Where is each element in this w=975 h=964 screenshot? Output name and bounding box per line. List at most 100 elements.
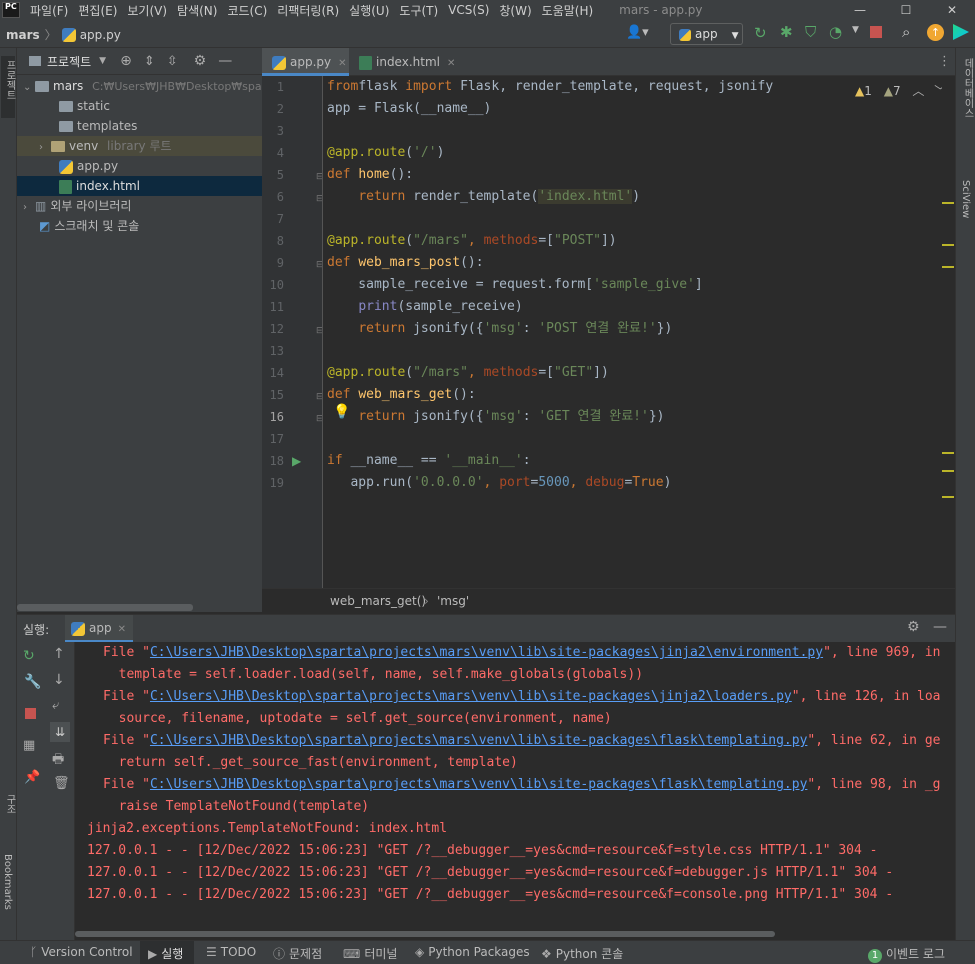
code-line[interactable]: @app.route("/mars", methods=["POST"]) [327,230,617,252]
tab-index-html[interactable]: index.html ✕ [349,48,461,76]
menu-tools[interactable]: 도구(T) [399,2,438,19]
chevron-right-icon[interactable]: › [23,198,35,218]
menu-edit[interactable]: 편집(E) [78,2,117,19]
user-icon[interactable]: 👤▾ [626,25,649,40]
breadcrumb-file[interactable]: app.py [80,28,121,42]
tree-item-templates[interactable]: templates [17,116,262,136]
close-tab-icon[interactable]: ✕ [338,58,346,69]
console-horizontal-scrollbar[interactable] [75,931,775,937]
run-gutter-icon[interactable]: ▶ [292,454,301,468]
scroll-to-end-icon[interactable]: ⇊ [50,722,70,742]
tree-item-external-libraries[interactable]: › ▥ 외부 라이브러리 [17,196,262,216]
menu-help[interactable]: 도움말(H) [542,2,594,19]
tree-item-static[interactable]: static [17,96,262,116]
arrow-up-icon[interactable]: ↑ [53,646,65,662]
python-console-button[interactable]: ❖ Python 콘솔 [541,945,623,962]
run-tool-button[interactable]: ▶ 실행 [140,941,194,964]
project-horizontal-scrollbar[interactable] [17,604,193,611]
chevron-down-icon[interactable]: ▼ [99,56,106,66]
code-line[interactable]: sample_receive = request.form['sample_gi… [327,274,702,296]
wrench-icon[interactable]: 🔧 [24,674,41,690]
terminal-button[interactable]: ⌨ 터미널 [343,945,397,962]
update-icon[interactable]: ↑ [927,24,944,41]
menu-vcs[interactable]: VCS(S) [448,3,489,17]
code-line[interactable]: @app.route('/') [327,142,444,164]
python-packages-button[interactable]: ◈ Python Packages [415,945,530,959]
code-editor[interactable]: fromflask import Flask, render_template,… [322,76,942,588]
pin-icon[interactable]: 📌 [24,770,40,785]
code-line[interactable]: fromflask import Flask, render_template,… [327,76,773,98]
menu-window[interactable]: 창(W) [499,2,531,19]
event-log-button[interactable]: 1 이벤트 로그 [868,945,945,963]
menu-view[interactable]: 보기(V) [127,2,167,19]
maximize-icon[interactable]: ☐ [883,0,929,20]
file-link[interactable]: C:\Users\JHB\Desktop\sparta\projects\mar… [150,777,807,792]
breadcrumb-project[interactable]: mars [6,28,40,42]
rerun-icon[interactable]: ↻ [754,24,767,42]
gear-icon[interactable]: ⚙ [907,619,920,635]
run-tab-app[interactable]: app ✕ [65,615,133,643]
project-tool-button[interactable]: 프로젝트 [1,56,15,118]
menu-refactor[interactable]: 리팩터링(R) [277,2,339,19]
rerun-icon[interactable]: ↻ [23,648,35,664]
trash-icon[interactable]: 🗑 [53,776,70,791]
soft-wrap-icon[interactable]: ⤶ [52,698,59,713]
code-line[interactable]: def web_mars_post(): [327,252,484,274]
tab-app-py[interactable]: app.py ✕ [262,48,349,76]
layout-icon[interactable]: ▦ [23,738,35,753]
menu-file[interactable]: 파일(F) [30,2,68,19]
search-icon[interactable]: ⌕ [902,23,910,41]
code-line[interactable]: app = Flask(__name__) [327,98,491,120]
jetbrains-toolbox-icon[interactable] [953,24,969,40]
chevron-down-icon[interactable]: ⌄ [23,78,35,98]
debug-icon[interactable]: ✱ [780,23,793,41]
close-tab-icon[interactable]: ✕ [447,58,455,69]
stop-icon[interactable] [870,26,882,38]
editor-error-stripe[interactable] [942,76,955,588]
code-line[interactable]: def web_mars_get(): [327,384,476,406]
code-line[interactable]: return jsonify({'msg': 'GET 연결 완료!'}) [327,406,664,428]
run-console-output[interactable]: File "C:\Users\JHB\Desktop\sparta\projec… [75,642,955,940]
menu-navigate[interactable]: 탐색(N) [177,2,217,19]
code-line[interactable]: return render_template('index.html') [327,186,640,208]
expand-all-icon[interactable]: ⇕ [144,54,155,69]
bookmarks-tool-label[interactable]: Bookmarks [2,854,13,910]
tree-item-scratches[interactable]: ◩ 스크래치 및 콘솔 [17,216,262,236]
breadcrumb-function[interactable]: web_mars_get() [330,594,426,608]
menu-code[interactable]: 코드(C) [227,2,267,19]
print-icon[interactable]: 🖶 [52,750,64,772]
inspection-widget[interactable]: ▲1 ▲7 ︿ ﹀ [855,82,946,99]
locate-file-icon[interactable]: ⊕ [120,53,132,69]
version-control-button[interactable]: ᚴ Version Control [30,945,133,959]
structure-tool-label[interactable]: 구조 [2,794,17,814]
hide-panel-icon[interactable]: — [933,619,947,635]
code-line[interactable]: app.run('0.0.0.0', port=5000, debug=True… [327,472,671,494]
minimize-icon[interactable]: — [837,0,883,20]
tree-item-app-py[interactable]: app.py [17,156,262,176]
run-configuration-select[interactable]: app ▼ [670,23,743,45]
tree-item-mars[interactable]: ⌄ mars C:₩Users₩JHB₩Desktop₩sparta [17,76,277,98]
hide-panel-icon[interactable]: — [218,53,232,69]
file-link[interactable]: C:\Users\JHB\Desktop\sparta\projects\mar… [150,733,807,748]
gear-icon[interactable]: ⚙ [194,53,207,69]
code-line[interactable]: def home(): [327,164,413,186]
more-tabs-icon[interactable]: ⋮ [938,54,951,69]
file-link[interactable]: C:\Users\JHB\Desktop\sparta\projects\mar… [150,689,792,704]
more-run-actions-icon[interactable]: ▼ [852,25,859,35]
code-line[interactable]: print(sample_receive) [327,296,522,318]
close-tab-icon[interactable]: ✕ [118,624,126,635]
breadcrumb-key[interactable]: 'msg' [437,594,469,608]
code-line[interactable]: return jsonify({'msg': 'POST 연결 완료!'}) [327,318,672,340]
file-link[interactable]: C:\Users\JHB\Desktop\sparta\projects\mar… [150,645,823,660]
todo-button[interactable]: ☰ TODO [206,945,256,959]
run-with-coverage-icon[interactable]: ⛉ [805,23,816,41]
problems-button[interactable]: ⓘ 문제점 [273,945,322,962]
profile-icon[interactable]: ◔ [829,23,842,41]
menu-run[interactable]: 실행(U) [349,2,389,19]
code-line[interactable]: @app.route("/mars", methods=["GET"]) [327,362,609,384]
close-icon[interactable]: ✕ [929,0,975,20]
database-tool-label[interactable]: 데이터베이스 [960,58,975,118]
tree-item-venv[interactable]: › venv library 루트 [17,136,262,156]
project-panel-title[interactable]: 프로젝트 [47,53,91,70]
tree-item-index-html[interactable]: index.html [17,176,262,196]
